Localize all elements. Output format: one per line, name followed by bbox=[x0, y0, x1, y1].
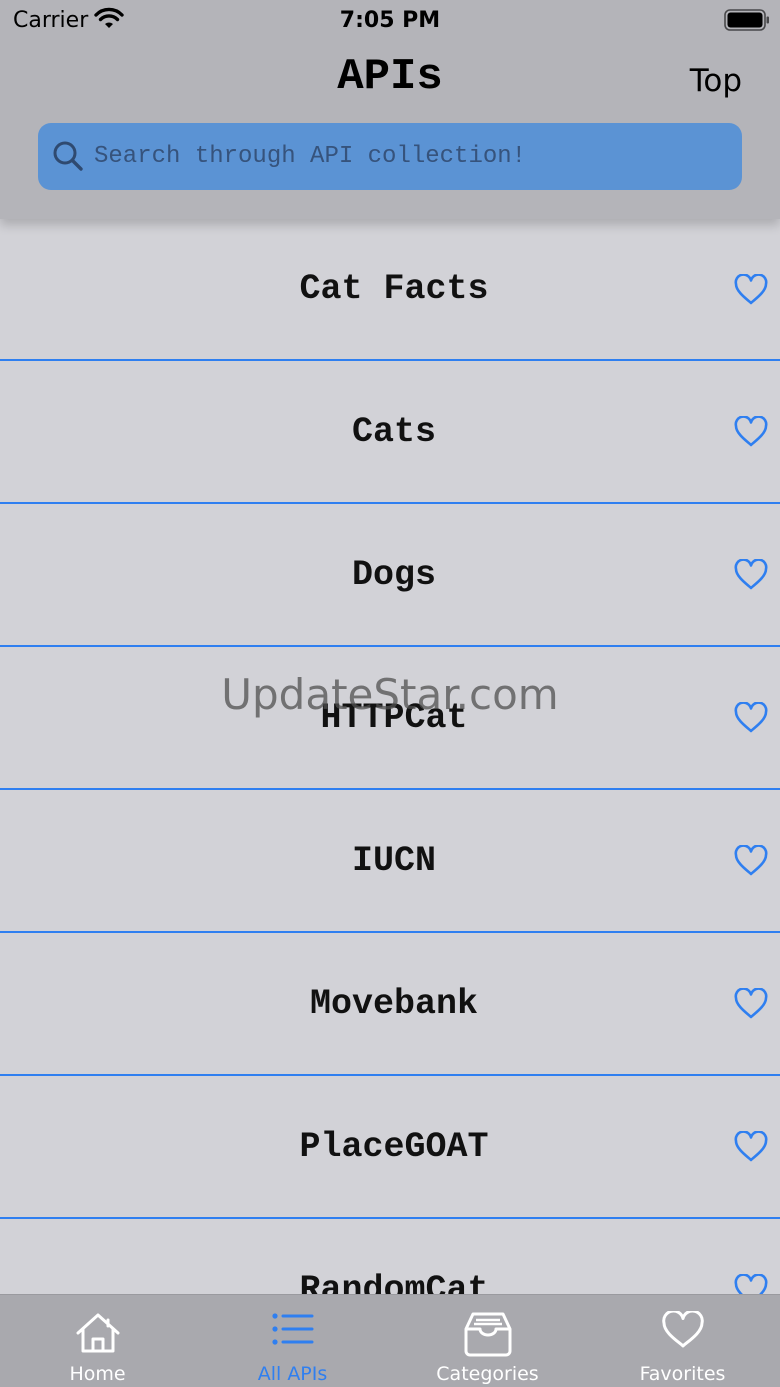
tab-home[interactable]: Home bbox=[0, 1295, 195, 1387]
tab-label: Favorites bbox=[639, 1363, 726, 1385]
api-name: RandomCat bbox=[299, 1269, 489, 1295]
favorite-heart-icon[interactable] bbox=[734, 416, 768, 448]
list-item[interactable]: Cats bbox=[0, 361, 780, 504]
heart-icon bbox=[661, 1311, 704, 1348]
api-name: Cat Facts bbox=[299, 269, 489, 309]
archive-box-icon bbox=[464, 1312, 511, 1357]
search-bar[interactable] bbox=[38, 123, 742, 190]
tab-label: Home bbox=[69, 1363, 126, 1385]
list-item[interactable]: RandomCat bbox=[0, 1219, 780, 1294]
favorite-heart-icon[interactable] bbox=[734, 559, 768, 591]
favorite-heart-icon[interactable] bbox=[734, 845, 768, 877]
favorite-heart-icon[interactable] bbox=[734, 702, 768, 734]
api-name: Movebank bbox=[309, 983, 479, 1024]
battery-icon bbox=[724, 9, 769, 31]
api-name: IUCN bbox=[351, 840, 436, 881]
tab-categories[interactable]: Categories bbox=[390, 1295, 585, 1387]
search-icon bbox=[53, 141, 83, 171]
api-name: HTTPCat bbox=[320, 697, 468, 738]
list-item[interactable]: Dogs bbox=[0, 504, 780, 647]
favorite-heart-icon[interactable] bbox=[734, 1274, 768, 1294]
page-title: APIs bbox=[337, 52, 443, 102]
house-icon bbox=[76, 1313, 119, 1353]
list-item[interactable]: IUCN bbox=[0, 790, 780, 933]
list-icon bbox=[271, 1313, 313, 1345]
tab-favorites[interactable]: Favorites bbox=[585, 1295, 780, 1387]
clock: 7:05 PM bbox=[339, 8, 441, 33]
api-name: Cats bbox=[351, 411, 436, 452]
scroll-to-top-button[interactable]: Top bbox=[690, 63, 742, 99]
list-item[interactable]: PlaceGOAT bbox=[0, 1076, 780, 1219]
tab-all-apis[interactable]: All APIs bbox=[195, 1295, 390, 1387]
api-list: Cat Facts Cats Dogs HTTPCat IUCN Moveban… bbox=[0, 219, 780, 1294]
navigation-header: Carrier 7:05 PM APIs Top bbox=[0, 0, 780, 219]
tab-label: All APIs bbox=[257, 1363, 328, 1385]
list-item[interactable]: HTTPCat bbox=[0, 647, 780, 790]
status-bar: Carrier 7:05 PM bbox=[0, 0, 780, 40]
tab-label: Categories bbox=[436, 1363, 539, 1385]
tab-bar: Home All APIs Categories Favorites bbox=[0, 1294, 780, 1387]
api-name: Dogs bbox=[351, 554, 436, 595]
favorite-heart-icon[interactable] bbox=[734, 988, 768, 1020]
search-input[interactable] bbox=[94, 123, 724, 190]
favorite-heart-icon[interactable] bbox=[734, 1131, 768, 1163]
list-item[interactable]: Cat Facts bbox=[0, 219, 780, 361]
favorite-heart-icon[interactable] bbox=[734, 274, 768, 306]
list-item[interactable]: Movebank bbox=[0, 933, 780, 1076]
api-name: PlaceGOAT bbox=[299, 1126, 489, 1167]
